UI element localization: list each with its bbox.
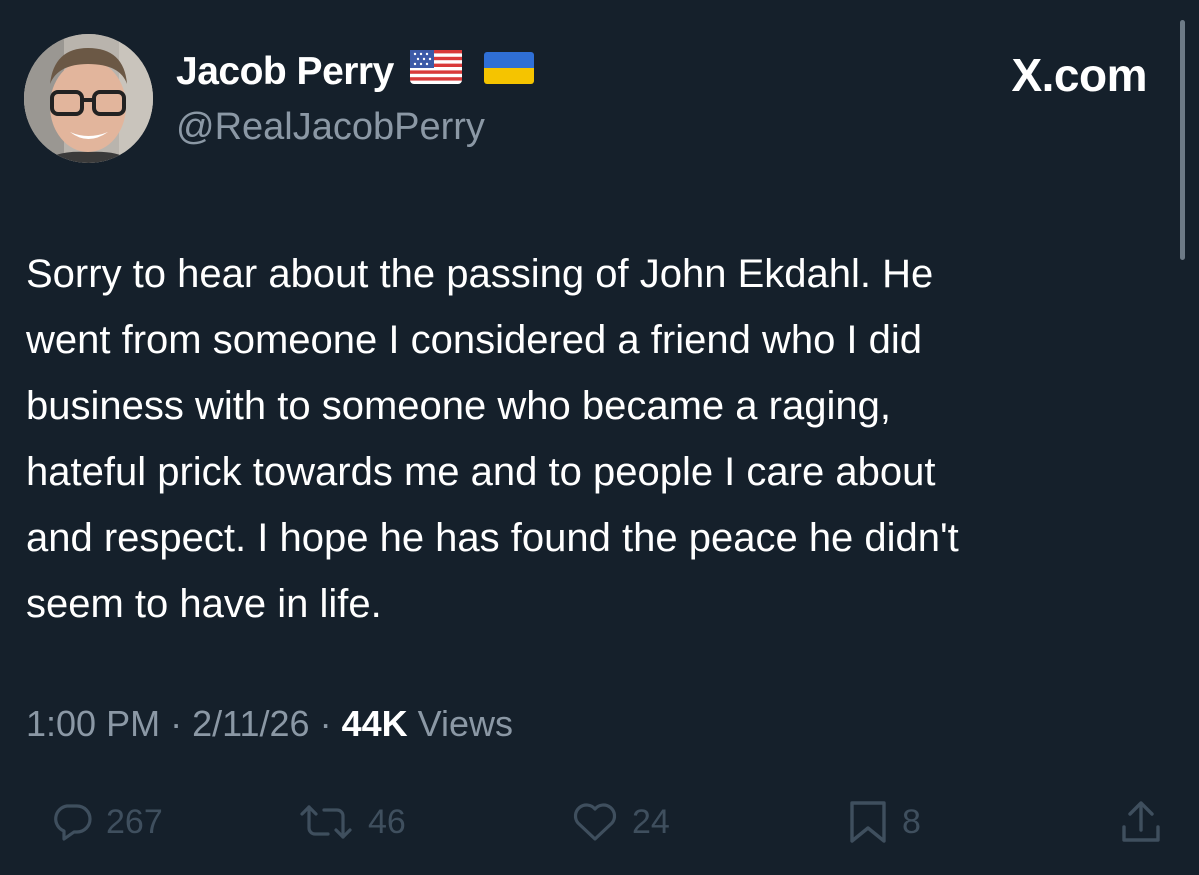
meta-separator: · (170, 703, 183, 744)
reply-icon (52, 802, 92, 842)
heart-icon (572, 802, 618, 842)
ukraine-flag-icon (483, 50, 534, 94)
repost-count: 46 (368, 802, 406, 841)
reply-button[interactable]: 267 (52, 792, 163, 852)
tweet-time[interactable]: 1:00 PM (26, 703, 160, 744)
avatar-image (24, 34, 153, 163)
author-display-name[interactable]: Jacob Perry (176, 50, 394, 94)
tweet-text: Sorry to hear about the passing of John … (26, 252, 959, 626)
reply-count: 267 (106, 802, 163, 841)
tweet-meta: 1:00 PM · 2/11/26 · 44K Views (26, 703, 513, 745)
action-bar: 267 46 24 8 (0, 792, 1199, 852)
like-count: 24 (632, 802, 670, 841)
views-label: Views (417, 703, 514, 744)
bookmark-icon (848, 800, 888, 844)
author-name-row[interactable]: Jacob Perry (176, 50, 534, 94)
repost-button[interactable]: 46 (298, 792, 406, 852)
us-flag-icon (409, 50, 462, 94)
share-button[interactable] (1120, 792, 1162, 852)
author-handle[interactable]: @RealJacobPerry (176, 106, 485, 149)
tweet-date[interactable]: 2/11/26 (192, 703, 309, 744)
bookmark-count: 8 (902, 802, 921, 841)
scrollbar[interactable] (1180, 20, 1185, 260)
bookmark-button[interactable]: 8 (848, 792, 921, 852)
repost-icon (298, 802, 354, 842)
like-button[interactable]: 24 (572, 792, 670, 852)
share-icon (1120, 800, 1162, 844)
views-count: 44K (341, 703, 408, 744)
avatar[interactable] (24, 34, 153, 163)
x-com-brand: X.com (1011, 49, 1147, 101)
meta-separator: · (319, 703, 332, 744)
